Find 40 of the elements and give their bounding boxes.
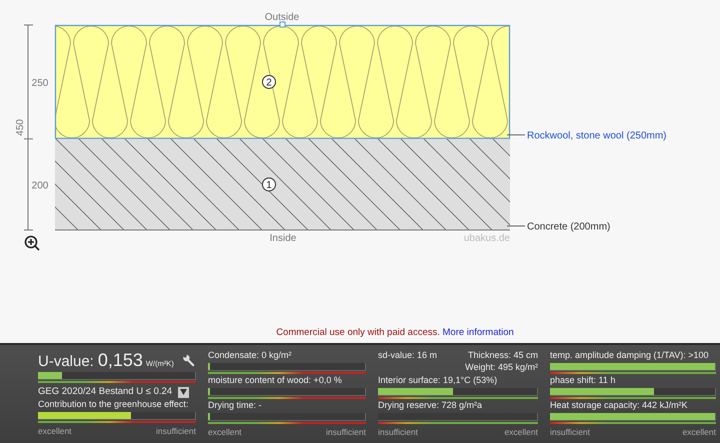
handle-icon[interactable] xyxy=(280,22,286,28)
sd-value-label: sd-value: 16 m xyxy=(378,350,438,362)
meter-label: temp. amplitude damping (1/TAV): >100 xyxy=(550,350,710,361)
scale-label: insufficient xyxy=(326,427,366,437)
total-thickness: 450 xyxy=(15,119,26,136)
meter-label: Condensate: 0 kg/m² xyxy=(208,350,293,361)
meter-label: Contribution to the greenhouse effect: xyxy=(38,399,190,410)
detail-value: Weight: 495 kg/m² xyxy=(465,362,538,373)
inside-label: Inside xyxy=(270,233,296,244)
meter-label: Drying reserve: 728 g/m²a xyxy=(378,400,484,411)
insulation-layer[interactable] xyxy=(54,24,510,139)
scale-label: excellent xyxy=(208,427,242,437)
scale-label: insufficient xyxy=(550,427,590,437)
layer-label[interactable]: Rockwool, stone wool (250mm) xyxy=(527,130,666,142)
scale-label: insufficient xyxy=(378,427,418,437)
commercial-notice: Commercial use only with paid access. xyxy=(276,327,440,338)
concrete-layer[interactable] xyxy=(54,138,510,230)
scale-label: insufficient xyxy=(156,426,196,436)
leader-line xyxy=(506,134,526,136)
scale-label: excellent xyxy=(504,427,538,437)
meter-label: Interior surface: 19,1°C (53%) xyxy=(378,375,498,386)
u-value: 0,153 xyxy=(98,350,143,371)
site-credit: ubakus.de xyxy=(464,233,510,244)
layer-thickness: 250 xyxy=(32,78,48,89)
outside-label: Outside xyxy=(264,12,300,23)
more-information-link[interactable]: More information xyxy=(442,327,514,338)
layer-thickness: 200 xyxy=(32,180,48,192)
meter-label: moisture content of wood: +0,0 % xyxy=(208,375,343,386)
layer-label[interactable]: Concrete (200mm) xyxy=(527,222,610,232)
wrench-icon[interactable] xyxy=(182,354,195,366)
scale-label: excellent xyxy=(38,426,72,436)
u-value-label: U-value: xyxy=(38,353,94,370)
zoom-in-icon[interactable] xyxy=(24,236,40,251)
scale-label: excellent xyxy=(682,427,716,437)
meter-label: Drying time: - xyxy=(208,400,263,411)
meter-label: Heat storage capacity: 442 kJ/m²K xyxy=(550,400,689,411)
standard-label: GEG 2020/24 Bestand U ≤ 0.24 xyxy=(38,386,172,398)
detail-value: Thickness: 45 cm xyxy=(468,350,538,361)
dropdown-button[interactable] xyxy=(178,386,190,398)
meter-label: phase shift: 11 h xyxy=(550,375,616,386)
